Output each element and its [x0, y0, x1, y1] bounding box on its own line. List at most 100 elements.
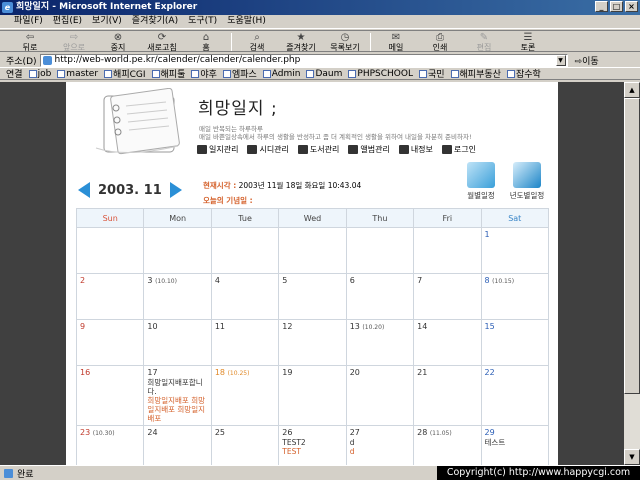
day-number[interactable]: 19 — [282, 368, 292, 377]
calendar-day-cell[interactable]: 26 TEST2 TEST — [278, 425, 347, 465]
day-number[interactable]: 15 — [485, 322, 495, 331]
day-number[interactable]: 24 — [147, 428, 157, 437]
calendar-day-cell[interactable]: 5 — [278, 273, 347, 320]
day-number[interactable]: 13 — [350, 322, 360, 331]
edit-button[interactable]: ✎ 편집 — [462, 31, 506, 53]
day-number[interactable]: 21 — [417, 368, 427, 377]
mail-button[interactable]: ✉ 메일 — [374, 31, 418, 53]
day-number[interactable]: 6 — [350, 276, 355, 285]
maximize-button[interactable]: □ — [610, 1, 623, 12]
calendar-day-cell[interactable]: 7 — [413, 273, 482, 320]
calendar-day-cell[interactable]: 21 — [413, 365, 482, 426]
calendar-day-cell[interactable]: 23 (10.30) — [75, 425, 145, 465]
calendar-day-cell[interactable]: 8 (10.15) — [480, 273, 550, 320]
address-dropdown-icon[interactable]: ▼ — [555, 54, 566, 66]
day-number[interactable]: 2 — [80, 276, 85, 285]
menu-edit[interactable]: 편집(E) — [53, 15, 82, 28]
event-entry[interactable]: 희망일지배포합니다. — [147, 378, 207, 396]
discuss-button[interactable]: ☰ 토론 — [506, 31, 550, 53]
calendar-day-cell[interactable]: 13 (10.20) — [345, 319, 415, 366]
calendar-day-cell[interactable]: 9 — [75, 319, 145, 366]
nav-myinfo[interactable]: 내정보 — [398, 144, 433, 155]
nav-book[interactable]: 도서관리 — [297, 144, 339, 155]
day-number[interactable]: 20 — [350, 368, 360, 377]
nav-diary[interactable]: 일지관리 — [197, 144, 238, 155]
calendar-day-cell[interactable]: 25 — [210, 425, 280, 465]
scroll-up-icon[interactable]: ▲ — [624, 82, 640, 98]
refresh-button[interactable]: ⟳ 새로고침 — [140, 31, 184, 53]
calendar-day-cell[interactable]: 2 — [75, 273, 145, 320]
day-number[interactable]: 11 — [215, 322, 225, 331]
link-item[interactable]: Daum — [306, 69, 342, 79]
day-number[interactable]: 7 — [417, 276, 422, 285]
event-entry[interactable]: d — [350, 438, 410, 447]
day-number[interactable]: 29 — [485, 428, 495, 437]
calendar-day-cell[interactable]: 12 — [278, 319, 347, 366]
day-number[interactable]: 27 — [350, 428, 360, 437]
address-input[interactable]: http://web-world.pe.kr/calender/calender… — [39, 53, 568, 67]
day-number[interactable]: 3 — [147, 276, 152, 285]
calendar-day-cell[interactable]: 27 d d — [345, 425, 415, 465]
nav-cd[interactable]: 시디관리 — [247, 144, 289, 155]
menu-help[interactable]: 도움말(H) — [227, 15, 266, 28]
forward-button[interactable]: ⇨ 앞으로 — [52, 31, 96, 53]
day-number[interactable]: 5 — [282, 276, 287, 285]
link-item[interactable]: 국민 — [418, 67, 445, 80]
day-number[interactable]: 14 — [417, 322, 427, 331]
day-number[interactable]: 23 — [80, 428, 90, 437]
calendar-day-cell[interactable]: 29 테스트 — [480, 425, 550, 465]
scroll-thumb[interactable] — [624, 98, 640, 394]
link-item[interactable]: 엠파스 — [222, 67, 257, 80]
day-number[interactable]: 18 — [215, 368, 225, 377]
calendar-day-cell[interactable]: 14 — [413, 319, 482, 366]
calendar-day-cell[interactable]: 15 — [480, 319, 550, 366]
nav-album[interactable]: 앨범관리 — [348, 144, 390, 155]
event-entry[interactable]: TEST — [282, 447, 342, 456]
search-button[interactable]: ⌕ 검색 — [235, 31, 279, 53]
calendar-day-cell[interactable]: 1 — [480, 227, 550, 274]
calendar-day-cell[interactable]: 4 — [210, 273, 280, 320]
link-item[interactable]: 해피툴 — [151, 67, 185, 80]
calendar-day-cell[interactable]: 18 (10.25) — [210, 365, 280, 426]
menu-favorites[interactable]: 즐겨찾기(A) — [132, 15, 178, 28]
calendar-day-cell[interactable]: 16 — [75, 365, 145, 426]
go-button[interactable]: ⇨이동 — [575, 54, 599, 67]
prev-month-arrow-icon[interactable] — [78, 182, 90, 198]
calendar-day-cell[interactable]: 10 — [143, 319, 212, 366]
calendar-day-cell[interactable]: 24 — [143, 425, 212, 465]
vertical-scrollbar[interactable]: ▲ ▼ — [624, 82, 640, 465]
close-button[interactable]: × — [625, 1, 638, 12]
event-entry[interactable]: 희망일지배포 희망일지배포 희망일지배포 — [147, 396, 207, 423]
minimize-button[interactable]: _ — [595, 1, 608, 12]
calendar-day-cell[interactable]: 22 — [480, 365, 550, 426]
menu-tools[interactable]: 도구(T) — [188, 15, 217, 28]
day-number[interactable]: 10 — [147, 322, 157, 331]
day-number[interactable]: 1 — [485, 230, 490, 239]
nav-login[interactable]: 로그인 — [441, 144, 476, 155]
link-item[interactable]: job — [28, 69, 51, 79]
link-item[interactable]: 잡수학 — [506, 67, 541, 80]
home-button[interactable]: ⌂ 홈 — [184, 31, 228, 53]
yearly-schedule-button[interactable]: 년도별일정 — [510, 162, 544, 201]
link-item[interactable]: 해피부동산 — [450, 67, 501, 80]
favorites-button[interactable]: ★ 즐겨찾기 — [279, 31, 323, 53]
event-entry[interactable]: 테스트 — [485, 438, 545, 447]
calendar-day-cell[interactable]: 11 — [210, 319, 280, 366]
day-number[interactable]: 8 — [485, 276, 490, 285]
menu-view[interactable]: 보기(V) — [92, 15, 122, 28]
print-button[interactable]: ⎙ 인쇄 — [418, 31, 462, 53]
event-entry[interactable]: d — [350, 447, 410, 456]
link-item[interactable]: Admin — [262, 69, 300, 79]
stop-button[interactable]: ⊗ 중지 — [96, 31, 140, 53]
next-month-arrow-icon[interactable] — [169, 182, 182, 198]
calendar-day-cell[interactable]: 6 — [345, 273, 415, 320]
history-button[interactable]: ◷ 목록보기 — [323, 31, 367, 53]
calendar-day-cell[interactable]: 20 — [345, 365, 415, 426]
link-item[interactable]: PHPSCHOOL — [348, 69, 413, 79]
calendar-day-cell[interactable]: 3 (10.10) — [143, 273, 212, 320]
calendar-day-cell[interactable]: 17 희망일지배포합니다. 희망일지배포 희망일지배포 희망일지배포 — [143, 365, 212, 426]
day-number[interactable]: 22 — [485, 368, 495, 377]
day-number[interactable]: 4 — [215, 276, 220, 285]
day-number[interactable]: 12 — [282, 322, 292, 331]
day-number[interactable]: 17 — [147, 368, 157, 377]
